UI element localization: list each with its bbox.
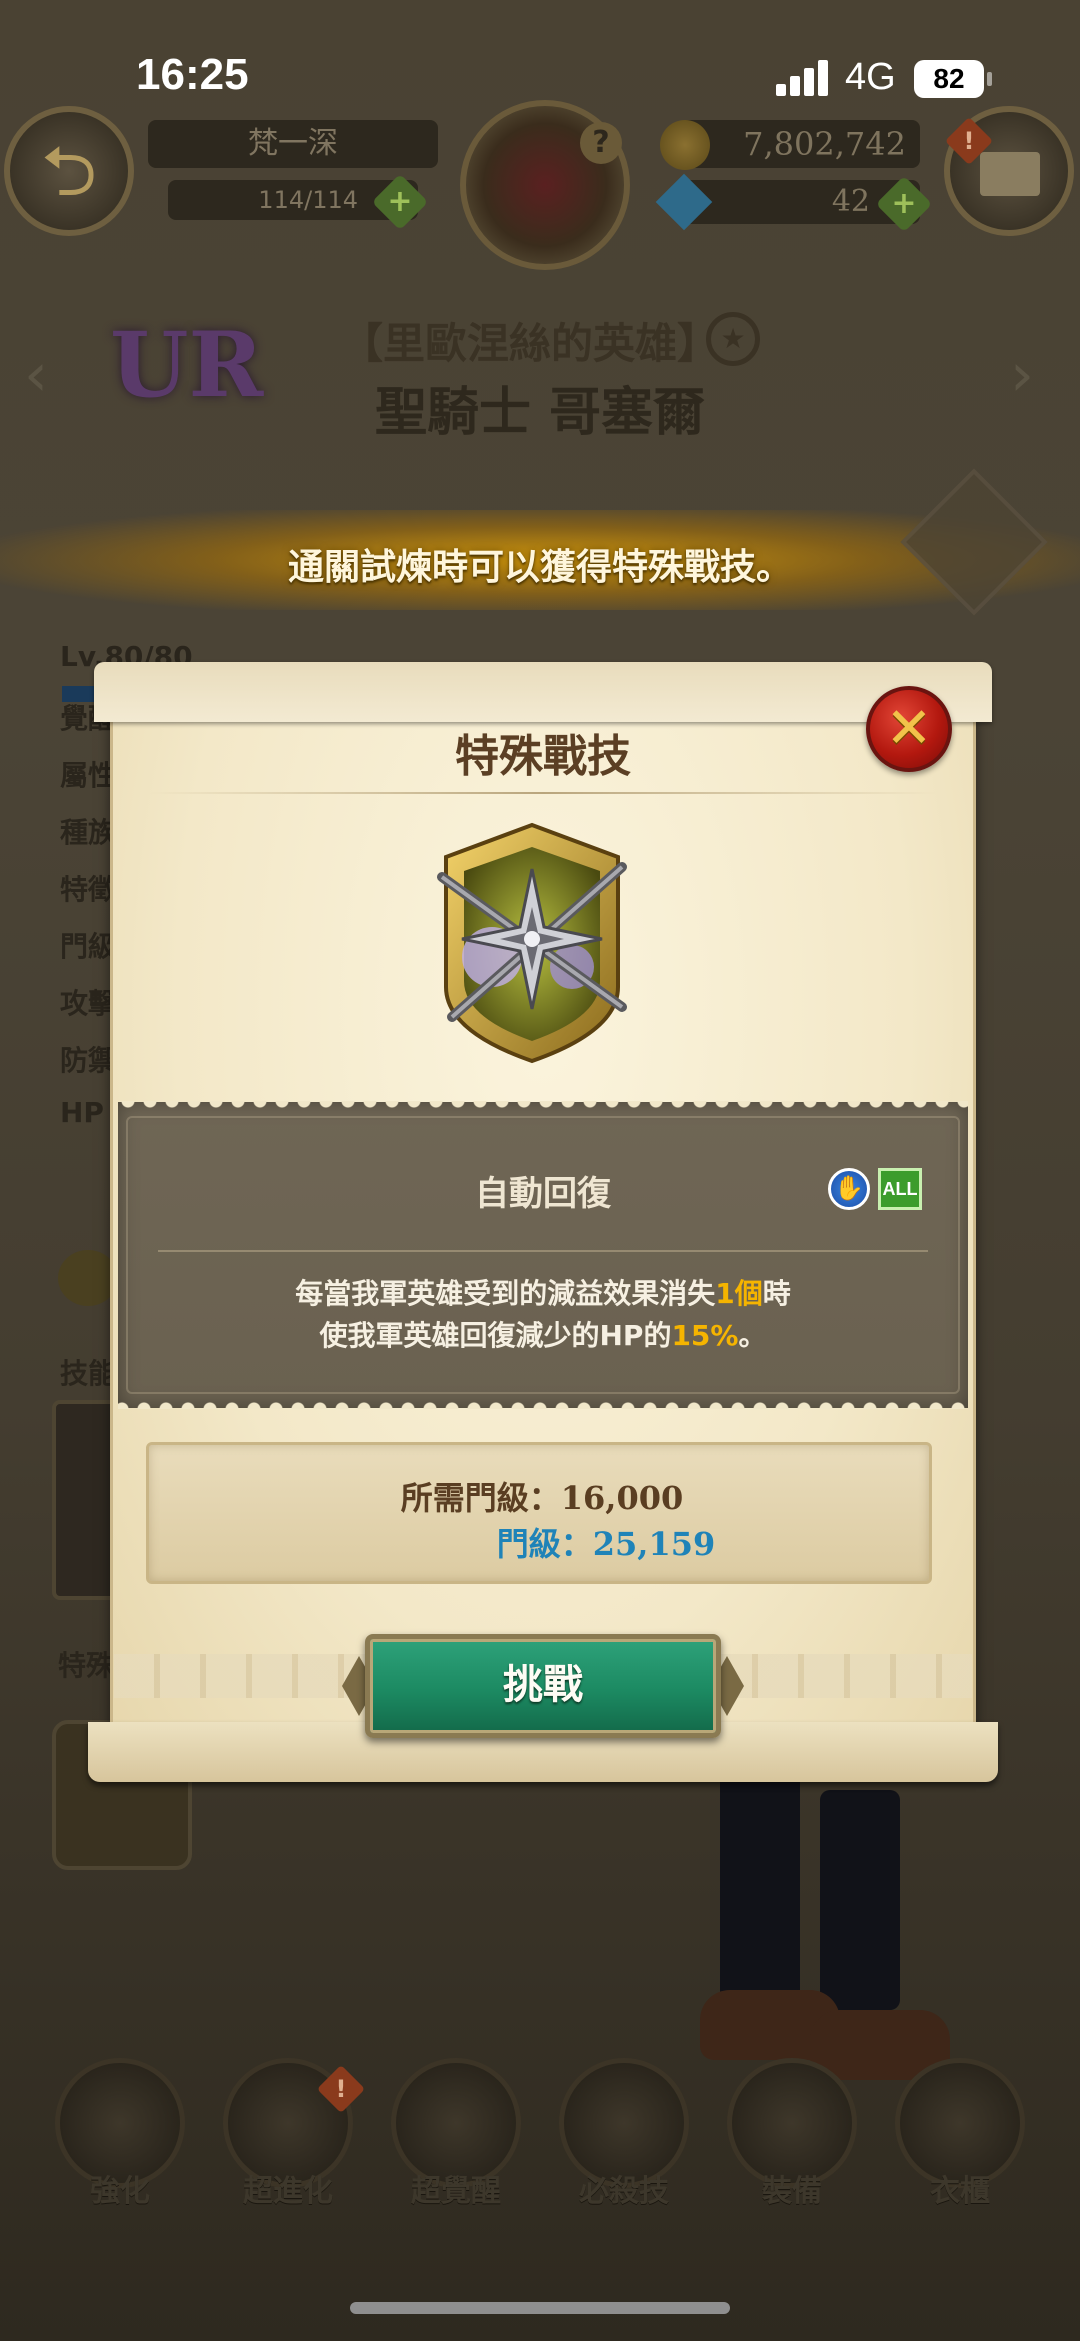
desc-text: 時 [762, 1277, 791, 1310]
desc-highlight: 1個 [715, 1277, 763, 1310]
special-skill-modal: 特殊戰技 ✕ 自動回復 ✋ ALL 每當我軍英雄受到的減益效果消失1個時 使我軍… [88, 662, 998, 1782]
modal-title: 特殊戰技 [455, 731, 631, 782]
rank-requirement-box: 所需門級：16,000 門級：25,159 [146, 1442, 932, 1584]
desc-text: 使我軍英雄回復減少的HP的 [319, 1319, 672, 1352]
required-rank-value: 16,000 [560, 1479, 684, 1517]
challenge-button[interactable]: 挑戰 [365, 1634, 721, 1738]
current-rank: 門級：25,159 [213, 1519, 999, 1565]
all-target-badge: ALL [878, 1168, 922, 1210]
required-rank: 所需門級：16,000 [149, 1473, 935, 1519]
desc-text: 。 [738, 1319, 767, 1352]
challenge-button-label: 挑戰 [503, 1662, 583, 1708]
hand-target-icon: ✋ [828, 1168, 870, 1210]
close-button[interactable]: ✕ [866, 686, 952, 772]
effect-description-line1: 每當我軍英雄受到的減益效果消失1個時 [118, 1272, 968, 1312]
effect-panel: 自動回復 ✋ ALL 每當我軍英雄受到的減益效果消失1個時 使我軍英雄回復減少的… [118, 1101, 968, 1408]
effect-divider [158, 1250, 928, 1252]
current-rank-label: 門級： [496, 1525, 593, 1563]
desc-highlight: 15% [671, 1319, 739, 1352]
title-divider [150, 792, 936, 794]
required-rank-label: 所需門級： [400, 1479, 561, 1517]
scroll-top-edge [94, 662, 992, 722]
effect-description-line2: 使我軍英雄回復減少的HP的15%。 [118, 1314, 968, 1354]
desc-text: 每當我軍英雄受到的減益效果消失 [295, 1277, 716, 1310]
special-skill-icon [437, 822, 627, 1064]
close-icon: ✕ [885, 696, 933, 761]
current-rank-value: 25,159 [592, 1525, 716, 1563]
